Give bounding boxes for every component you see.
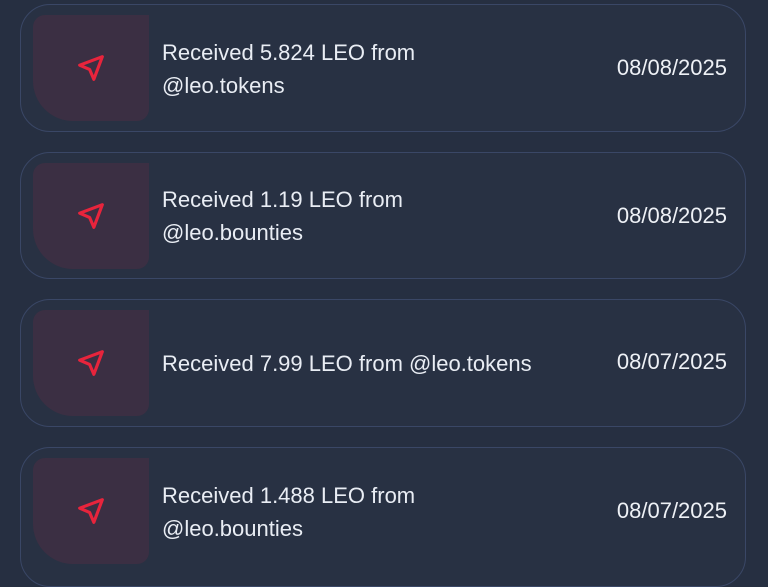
send-icon — [78, 203, 104, 229]
send-icon — [78, 350, 104, 376]
transaction-card[interactable]: Received 1.488 LEO from @leo.bounties 08… — [20, 447, 746, 587]
transaction-description: Received 7.99 LEO from @leo.tokens — [162, 351, 532, 376]
transaction-card[interactable]: Received 5.824 LEO from @leo.tokens 08/0… — [20, 4, 746, 132]
transaction-date: 08/08/2025 — [616, 55, 727, 80]
transaction-date: 08/07/2025 — [616, 498, 727, 523]
transaction-date: 08/08/2025 — [616, 203, 727, 228]
transaction-icon-tile — [33, 15, 149, 121]
send-icon — [78, 55, 104, 81]
transactions-screen: { "transactions": [ { "text": "Received … — [0, 0, 768, 587]
transaction-description: Received 1.488 LEO from @leo.bounties — [162, 483, 416, 541]
transaction-card[interactable]: Received 1.19 LEO from @leo.bounties 08/… — [20, 152, 746, 279]
send-icon — [78, 498, 104, 524]
transaction-date: 08/07/2025 — [616, 349, 727, 374]
transaction-icon-tile — [33, 163, 149, 269]
transaction-icon-tile — [33, 458, 149, 564]
transaction-description: Received 1.19 LEO from @leo.bounties — [162, 187, 403, 245]
transaction-card[interactable]: Received 7.99 LEO from @leo.tokens 08/07… — [20, 299, 746, 427]
transaction-icon-tile — [33, 310, 149, 416]
transaction-description: Received 5.824 LEO from @leo.tokens — [162, 40, 416, 98]
